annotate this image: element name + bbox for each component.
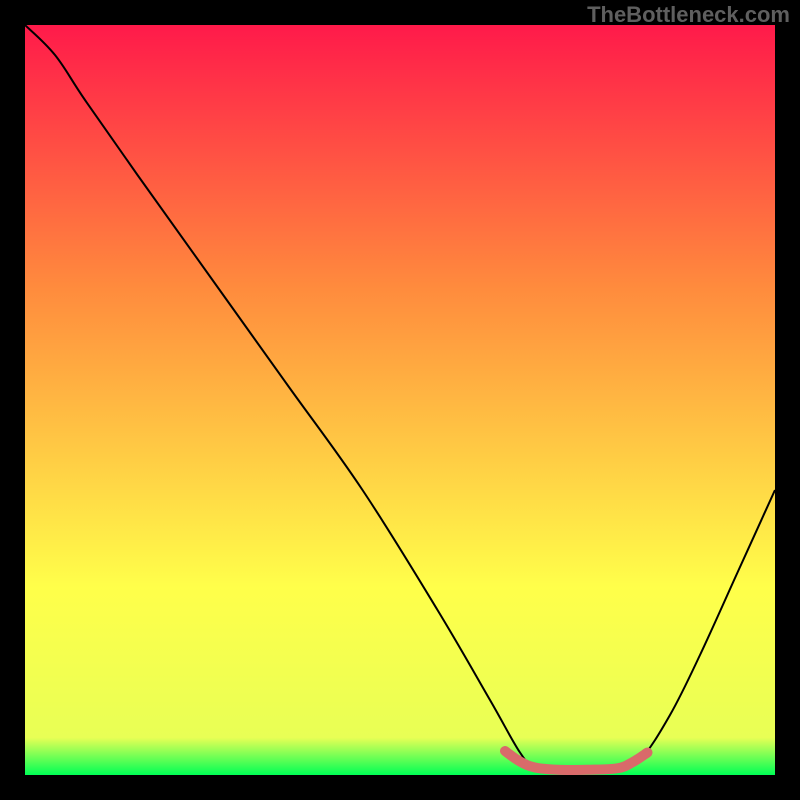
plot-area [25, 25, 775, 775]
chart-svg [25, 25, 775, 775]
gradient-background [25, 25, 775, 775]
watermark-text: TheBottleneck.com [587, 2, 790, 28]
chart-frame: TheBottleneck.com [0, 0, 800, 800]
